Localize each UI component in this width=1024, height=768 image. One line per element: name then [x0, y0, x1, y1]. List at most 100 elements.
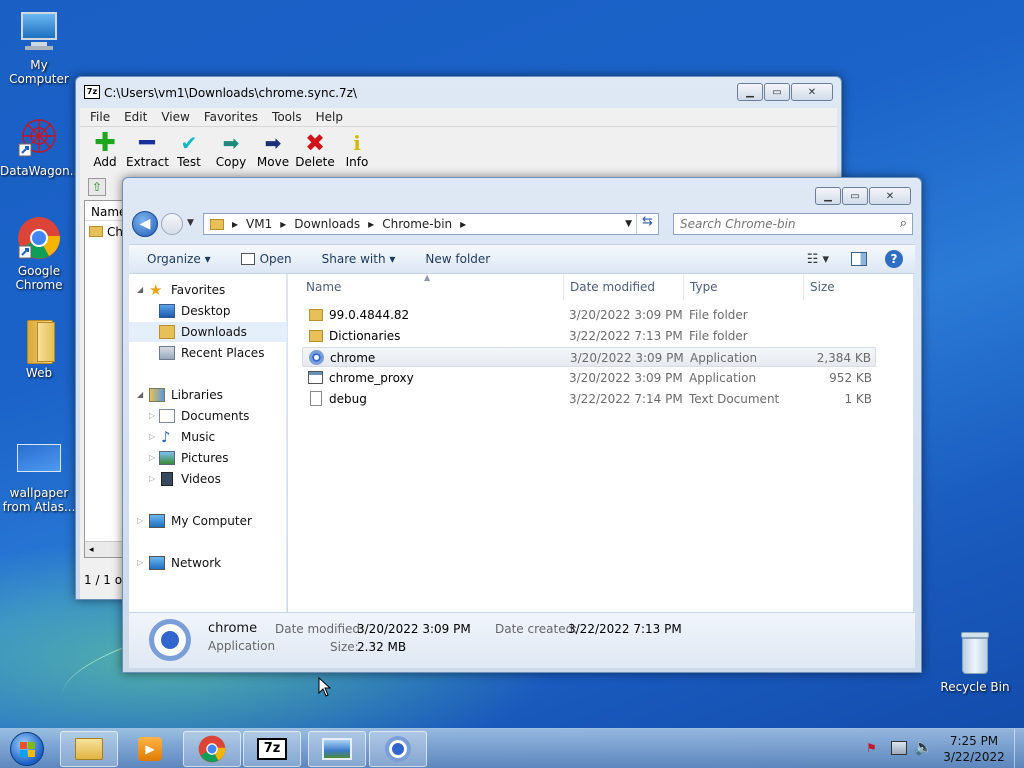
- breadcrumb-separator[interactable]: ▸: [232, 217, 238, 231]
- nav-pictures[interactable]: ▷ Pictures: [129, 448, 287, 468]
- list-item[interactable]: Ch: [85, 221, 123, 239]
- taskbar-explorer-button[interactable]: [60, 731, 118, 767]
- taskbar-chrome-button[interactable]: [183, 731, 241, 767]
- expand-arrow-icon[interactable]: ◢: [137, 280, 143, 300]
- view-options-button[interactable]: ☷ ▾: [807, 252, 829, 267]
- refresh-icon[interactable]: ⇆: [636, 214, 658, 234]
- computer-icon: [149, 514, 165, 528]
- preview-pane-button[interactable]: [851, 252, 867, 266]
- menu-help[interactable]: Help: [316, 108, 343, 126]
- taskbar-clock[interactable]: 7:25 PM 3/22/2022: [934, 733, 1014, 765]
- 7zip-icon: 7z: [84, 85, 100, 99]
- breadcrumb-chrome-bin[interactable]: Chrome-bin: [382, 217, 452, 231]
- desktop-icon-web[interactable]: Web: [0, 318, 78, 380]
- delete-button[interactable]: ✖ Delete: [294, 127, 336, 174]
- nav-desktop[interactable]: Desktop: [129, 301, 287, 321]
- table-row[interactable]: debug 3/22/2022 7:14 PM Text Document 1 …: [302, 389, 876, 409]
- expand-arrow-icon[interactable]: ▷: [137, 553, 143, 573]
- nav-music[interactable]: ▷ ♪ Music: [129, 427, 287, 447]
- close-button[interactable]: ✕: [791, 83, 833, 101]
- forward-button[interactable]: [161, 213, 183, 235]
- taskbar-7zip-button[interactable]: 7z: [243, 731, 301, 767]
- nav-downloads[interactable]: Downloads: [129, 322, 287, 342]
- tray-volume-icon[interactable]: 🔈: [914, 738, 933, 756]
- column-header-name[interactable]: Name: [85, 201, 126, 221]
- column-header-date-modified[interactable]: Date modified: [563, 274, 683, 300]
- breadcrumb-separator[interactable]: ▸: [280, 217, 286, 231]
- expand-arrow-icon[interactable]: ▷: [149, 406, 155, 426]
- nav-my-computer[interactable]: ▷ My Computer: [129, 511, 287, 531]
- search-box[interactable]: ⌕: [673, 213, 913, 235]
- desktop-icon-google-chrome[interactable]: Google Chrome: [0, 216, 78, 292]
- desktop-icon-label: Web: [25, 366, 53, 380]
- tray-network-icon[interactable]: [891, 741, 907, 755]
- nav-videos[interactable]: ▷ Videos: [129, 469, 287, 489]
- chromium-icon: [385, 736, 411, 762]
- column-header-type[interactable]: Type: [683, 274, 803, 300]
- organize-button[interactable]: Organize ▾: [147, 252, 211, 266]
- details-kind: Application: [208, 639, 276, 653]
- address-bar[interactable]: ▸ VM1 ▸ Downloads ▸ Chrome-bin ▸ ▼ ⇆: [203, 213, 659, 235]
- expand-arrow-icon[interactable]: ▷: [137, 511, 143, 531]
- maximize-button[interactable]: ▭: [764, 83, 790, 101]
- breadcrumb-vm1[interactable]: VM1: [246, 217, 272, 231]
- nav-favorites[interactable]: ◢ ★ Favorites: [129, 280, 287, 300]
- desktop-icon-recycle-bin[interactable]: Recycle Bin: [936, 632, 1014, 694]
- move-button[interactable]: ➡ Move: [252, 127, 294, 174]
- info-button[interactable]: i Info: [336, 127, 378, 174]
- table-row[interactable]: Dictionaries 3/22/2022 7:13 PM File fold…: [302, 326, 876, 346]
- add-button[interactable]: ✚ Add: [84, 127, 126, 174]
- show-desktop-button[interactable]: [1014, 729, 1024, 768]
- taskbar-chromium-button[interactable]: [369, 731, 427, 767]
- table-row-selected[interactable]: chrome 3/20/2022 3:09 PM Application 2,3…: [302, 347, 876, 367]
- menu-file[interactable]: File: [90, 108, 110, 126]
- column-header-size[interactable]: Size: [803, 274, 893, 300]
- expand-arrow-icon[interactable]: ▷: [149, 427, 155, 447]
- menu-tools[interactable]: Tools: [272, 108, 302, 126]
- desktop-icon-wallpaper[interactable]: wallpaper from Atlas...: [0, 438, 78, 514]
- 7zip-titlebar[interactable]: 7z C:\Users\vm1\Downloads\chrome.sync.7z…: [76, 77, 841, 107]
- menu-favorites[interactable]: Favorites: [204, 108, 258, 126]
- recent-pages-dropdown[interactable]: ▼: [187, 218, 194, 228]
- breadcrumb-downloads[interactable]: Downloads: [294, 217, 360, 231]
- nav-libraries[interactable]: ◢ Libraries: [129, 385, 287, 405]
- nav-network[interactable]: ▷ Network: [129, 553, 287, 573]
- desktop-icon-datawagon[interactable]: DataWagon...: [0, 116, 81, 178]
- expand-arrow-icon[interactable]: ◢: [137, 385, 143, 405]
- menu-edit[interactable]: Edit: [124, 108, 147, 126]
- open-button[interactable]: Open: [240, 252, 292, 266]
- copy-button[interactable]: ➡ Copy: [210, 127, 252, 174]
- nav-recent-places[interactable]: Recent Places: [129, 343, 287, 363]
- expand-arrow-icon[interactable]: ▷: [149, 469, 155, 489]
- desktop-icon-my-computer[interactable]: My Computer: [0, 10, 78, 86]
- close-button[interactable]: ✕: [869, 187, 911, 205]
- tray-flag-icon[interactable]: ⚑: [866, 741, 880, 755]
- up-folder-button[interactable]: ⇧: [88, 178, 106, 196]
- help-icon[interactable]: ?: [885, 250, 903, 268]
- breadcrumb-separator[interactable]: ▸: [368, 217, 374, 231]
- new-folder-button[interactable]: New folder: [425, 252, 490, 266]
- test-button[interactable]: ✔ Test: [168, 127, 210, 174]
- start-button[interactable]: [4, 729, 48, 768]
- share-with-button[interactable]: Share with ▾: [322, 252, 396, 266]
- sort-arrow-icon: ▲: [424, 273, 431, 282]
- expand-arrow-icon[interactable]: ▷: [149, 448, 155, 468]
- extract-button[interactable]: ━ Extract: [126, 127, 169, 174]
- taskbar-image-viewer-button[interactable]: [308, 731, 366, 767]
- column-header-name[interactable]: Name ▲: [288, 273, 563, 300]
- address-dropdown[interactable]: ▼: [625, 219, 632, 229]
- maximize-button[interactable]: ▭: [842, 187, 868, 205]
- search-icon[interactable]: ⌕: [900, 216, 907, 231]
- back-button[interactable]: ◀: [132, 211, 158, 237]
- search-input[interactable]: [674, 214, 884, 234]
- nav-documents[interactable]: ▷ Documents: [129, 406, 287, 426]
- minimize-button[interactable]: ▁: [815, 187, 841, 205]
- horizontal-scrollbar[interactable]: ◂: [85, 541, 123, 557]
- table-row[interactable]: chrome_proxy 3/20/2022 3:09 PM Applicati…: [302, 368, 876, 388]
- minimize-button[interactable]: ▁: [737, 83, 763, 101]
- table-row[interactable]: 99.0.4844.82 3/20/2022 3:09 PM File fold…: [302, 305, 876, 325]
- details-size-label: Size:: [330, 640, 359, 654]
- menu-view[interactable]: View: [161, 108, 189, 126]
- taskbar-media-player-button[interactable]: ▶: [121, 731, 179, 767]
- breadcrumb-separator[interactable]: ▸: [460, 217, 466, 231]
